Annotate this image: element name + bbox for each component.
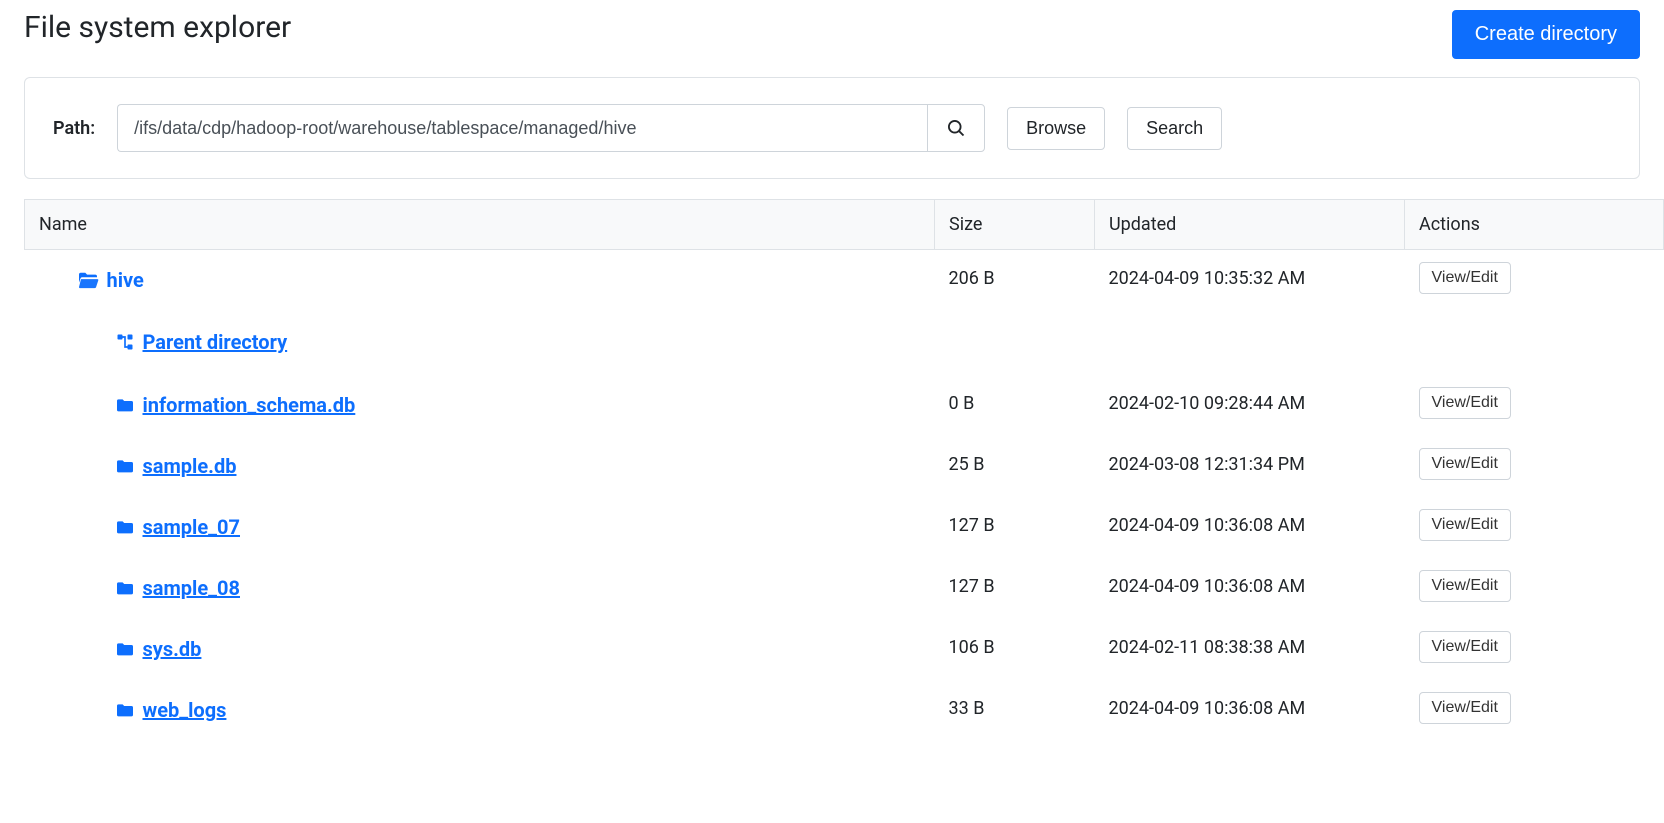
file-table: Name Size Updated Actions hive206 B2024-… <box>24 199 1664 741</box>
table-row: sample_08 127 B2024-04-09 10:36:08 AM View… <box>25 558 1664 619</box>
folder-link[interactable]: information_schema.db <box>143 393 356 417</box>
col-header-size: Size <box>935 200 1095 250</box>
cell-size: 106 B <box>935 619 1095 680</box>
view-edit-button[interactable]: View/Edit <box>1419 387 1511 419</box>
cell-updated: 2024-02-10 09:28:44 AM <box>1095 375 1405 436</box>
page-title: File system explorer <box>24 10 291 45</box>
view-edit-button[interactable]: View/Edit <box>1419 262 1511 294</box>
cell-size: 127 B <box>935 558 1095 619</box>
table-row: sample_07 127 B2024-04-09 10:36:08 AM View… <box>25 497 1664 558</box>
folder-icon <box>115 702 135 718</box>
view-edit-button[interactable]: View/Edit <box>1419 509 1511 541</box>
path-search-icon-button[interactable] <box>927 104 985 152</box>
folder-link[interactable]: web_logs <box>143 698 227 722</box>
table-row: information_schema.db 0 B2024-02-10 09:28… <box>25 375 1664 436</box>
view-edit-button[interactable]: View/Edit <box>1419 631 1511 663</box>
cell-size: 33 B <box>935 680 1095 741</box>
cell-size: 127 B <box>935 497 1095 558</box>
col-header-updated: Updated <box>1095 200 1405 250</box>
table-row: sys.db 106 B2024-02-11 08:38:38 AM View/Ed… <box>25 619 1664 680</box>
cell-updated: 2024-04-09 10:36:08 AM <box>1095 497 1405 558</box>
table-row: web_logs 33 B2024-04-09 10:36:08 AM View/E… <box>25 680 1664 741</box>
folder-link[interactable]: sample_07 <box>143 515 241 539</box>
folder-link[interactable]: sample.db <box>143 454 237 478</box>
view-edit-button[interactable]: View/Edit <box>1419 692 1511 724</box>
cell-updated: 2024-04-09 10:36:08 AM <box>1095 558 1405 619</box>
folder-icon <box>115 397 135 413</box>
table-row-root: hive 206 B2024-04-09 10:35:32 AM View/Edit <box>25 250 1664 313</box>
tree-icon <box>115 332 135 352</box>
path-panel: Path: Browse Search <box>24 77 1640 179</box>
table-row: sample.db 25 B2024-03-08 12:31:34 PM View/… <box>25 436 1664 497</box>
cell-size: 0 B <box>935 375 1095 436</box>
browse-button[interactable]: Browse <box>1007 107 1105 150</box>
cell-size: 25 B <box>935 436 1095 497</box>
search-button[interactable]: Search <box>1127 107 1222 150</box>
path-label: Path: <box>53 118 95 139</box>
cell-updated: 2024-04-09 10:36:08 AM <box>1095 680 1405 741</box>
folder-open-icon <box>77 271 99 289</box>
root-updated: 2024-04-09 10:35:32 AM <box>1095 250 1405 313</box>
cell-updated: 2024-03-08 12:31:34 PM <box>1095 436 1405 497</box>
folder-icon <box>115 641 135 657</box>
folder-icon <box>115 580 135 596</box>
path-input[interactable] <box>117 104 927 152</box>
view-edit-button[interactable]: View/Edit <box>1419 570 1511 602</box>
table-row-parent: Parent directory <box>25 312 1664 375</box>
col-header-actions: Actions <box>1405 200 1664 250</box>
folder-icon <box>115 458 135 474</box>
col-header-name: Name <box>25 200 935 250</box>
root-size: 206 B <box>935 250 1095 313</box>
parent-directory-link[interactable]: Parent directory <box>143 330 288 354</box>
folder-icon <box>115 519 135 535</box>
root-folder-link[interactable]: hive <box>107 268 144 292</box>
folder-link[interactable]: sys.db <box>143 637 202 661</box>
folder-link[interactable]: sample_08 <box>143 576 241 600</box>
cell-updated: 2024-02-11 08:38:38 AM <box>1095 619 1405 680</box>
search-icon <box>946 118 966 138</box>
view-edit-button[interactable]: View/Edit <box>1419 448 1511 480</box>
create-directory-button[interactable]: Create directory <box>1452 10 1640 59</box>
